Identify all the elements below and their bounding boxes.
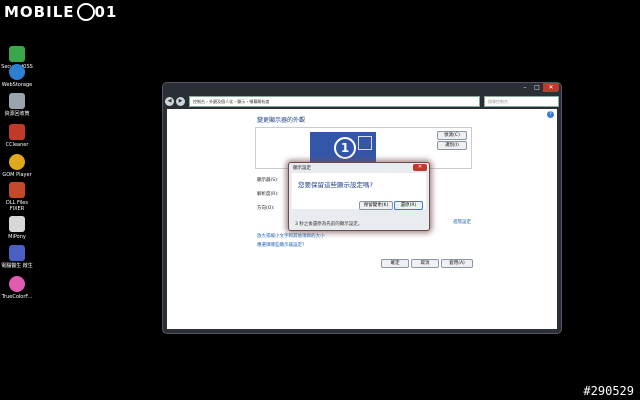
gom-player-icon xyxy=(9,154,25,170)
logo-ring xyxy=(76,2,95,21)
monitor-number: 1 xyxy=(334,137,356,159)
orientation-label: 方向(O): xyxy=(257,206,275,211)
display-settings-dialog: 顯示設定 ✕ 您要保留這些顯示設定嗎? 保留變更(K) 還原(R) 3 秒之後還… xyxy=(288,162,430,231)
monitor-preview[interactable]: 1 xyxy=(310,132,376,164)
desktop-icon-recycle-bin[interactable]: 資源回收筒 xyxy=(0,93,34,117)
desktop-icon-label: TrueColorF... xyxy=(1,294,33,300)
truecolor-icon xyxy=(9,276,25,292)
doctor-icon xyxy=(9,245,25,261)
desktop-icon-dll-files-fixer[interactable]: DLL Files FIXER xyxy=(0,182,34,212)
mobile01-logo: MOBILE 01 xyxy=(4,2,118,23)
ok-button[interactable]: 確定 xyxy=(381,259,409,268)
monitor-icon xyxy=(358,136,372,150)
detect-button[interactable]: 偵測(C) xyxy=(437,131,467,140)
caption-buttons: – □ ✕ xyxy=(519,83,559,92)
desktop-icon-label: MiPony xyxy=(8,234,26,240)
page-title: 變更顯示器的外觀 xyxy=(257,117,306,124)
minimize-icon[interactable]: – xyxy=(519,83,531,92)
maximize-icon[interactable]: □ xyxy=(531,83,543,92)
webstorage-icon xyxy=(9,64,25,80)
securitykiss-icon xyxy=(9,46,25,62)
cancel-button[interactable]: 取消 xyxy=(411,259,439,268)
forward-icon[interactable]: ▶ xyxy=(176,96,185,106)
dll-files-fixer-icon xyxy=(9,182,25,198)
help-icon[interactable]: ? xyxy=(547,111,554,118)
which-settings-link[interactable]: 應選擇哪些顯示器設定? xyxy=(257,242,304,248)
desktop-icon-ccleaner[interactable]: CCleaner xyxy=(0,124,34,148)
desktop-icon-webstorage[interactable]: WebStorage xyxy=(0,64,34,88)
resolution-label: 解析度(R): xyxy=(257,192,279,197)
desktop-icon-truecolor[interactable]: TrueColorF... xyxy=(0,276,34,300)
ccleaner-icon xyxy=(9,124,25,140)
desktop-icon-doctor[interactable]: 電腦醫生 啟生 xyxy=(0,245,34,269)
close-icon[interactable]: ✕ xyxy=(543,83,559,92)
desktop-icon-label: WebStorage xyxy=(1,82,33,88)
desktop-icon-gom-player[interactable]: GOM Player xyxy=(0,154,34,178)
desktop-icon-mipony[interactable]: MiPony xyxy=(0,216,34,240)
desktop-icon-label: GOM Player xyxy=(2,172,32,178)
identify-button[interactable]: 識別(I) xyxy=(437,141,467,150)
dialog-close-icon[interactable]: ✕ xyxy=(413,164,427,171)
search-input[interactable]: 搜尋控制台 xyxy=(484,95,559,107)
mipony-icon xyxy=(9,216,25,232)
dialog-title: 顯示設定 xyxy=(293,166,311,171)
recycle-bin-icon xyxy=(9,93,25,109)
window-titlebar[interactable]: – □ ✕ xyxy=(163,83,561,94)
text-size-link[interactable]: 放大或縮小文字和其他項目的大小 xyxy=(257,233,325,239)
advanced-settings-link[interactable]: 進階設定 xyxy=(453,219,471,225)
navigation-bar: ◀ ▶ 控制台 › 外觀及個人化 › 顯示 › 螢幕解析度 搜尋控制台 xyxy=(165,95,559,107)
desktop-icon-label: CCleaner xyxy=(5,142,29,148)
dialog-countdown: 3 秒之後還原為先前的顯示設定。 xyxy=(295,222,363,227)
dialog-question: 您要保留這些顯示設定嗎? xyxy=(298,181,373,189)
address-bar[interactable]: 控制台 › 外觀及個人化 › 顯示 › 螢幕解析度 xyxy=(189,95,480,107)
desktop-icon-label: 資源回收筒 xyxy=(4,111,30,117)
desktop-icon-label: DLL Files FIXER xyxy=(6,200,28,212)
keep-changes-button[interactable]: 保留變更(K) xyxy=(359,201,393,210)
logo-suffix: 01 xyxy=(94,3,118,21)
desktop-icon-label: 電腦醫生 啟生 xyxy=(1,263,33,269)
watermark: #290529 xyxy=(583,384,634,398)
display-label: 顯示器(S): xyxy=(257,178,279,183)
back-icon[interactable]: ◀ xyxy=(165,96,174,106)
logo-text: MOBILE xyxy=(4,3,75,21)
apply-button[interactable]: 套用(A) xyxy=(441,259,473,268)
revert-button[interactable]: 還原(R) xyxy=(394,201,423,210)
